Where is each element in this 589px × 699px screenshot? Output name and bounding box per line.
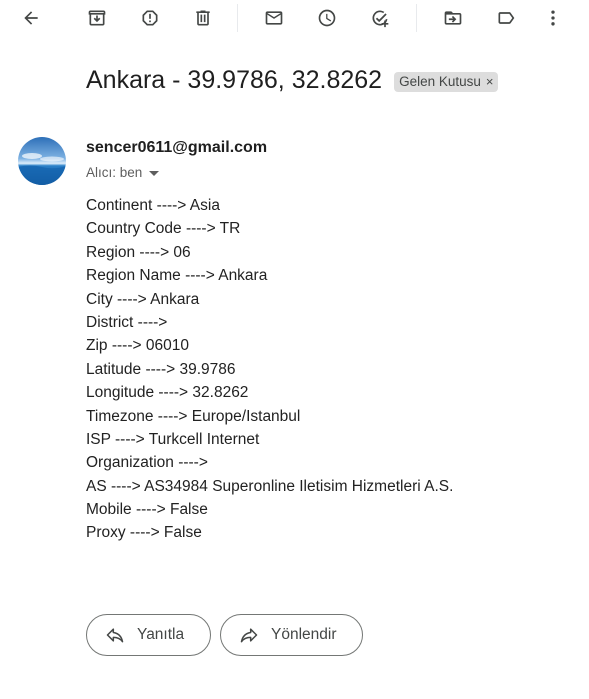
email-body: Continent ----> Asia Country Code ----> … bbox=[86, 194, 453, 545]
forward-label: Yönlendir bbox=[271, 626, 337, 643]
label-icon bbox=[498, 12, 515, 24]
report-spam-button[interactable] bbox=[135, 3, 165, 33]
body-line: City ----> Ankara bbox=[86, 290, 200, 308]
body-line: ISP ----> Turkcell Internet bbox=[86, 430, 260, 448]
toolbar-divider bbox=[416, 4, 417, 32]
forward-icon bbox=[240, 628, 258, 643]
labels-button[interactable] bbox=[491, 3, 521, 33]
more-vert-icon bbox=[551, 10, 555, 26]
move-to-button[interactable] bbox=[438, 3, 468, 33]
remove-label-icon[interactable]: × bbox=[486, 74, 494, 89]
avatar bbox=[18, 137, 66, 185]
toolbar-divider bbox=[237, 4, 238, 32]
move-to-folder-icon bbox=[444, 11, 462, 25]
back-button[interactable] bbox=[16, 3, 46, 33]
clock-icon bbox=[318, 9, 336, 27]
body-line: Timezone ----> Europe/Istanbul bbox=[86, 407, 301, 425]
email-subject: Ankara - 39.9786, 32.8262 bbox=[86, 66, 383, 94]
body-line: Region Name ----> Ankara bbox=[86, 267, 268, 285]
more-button[interactable] bbox=[538, 3, 568, 33]
body-line: Zip ----> 06010 bbox=[86, 337, 189, 355]
archive-button[interactable] bbox=[82, 3, 112, 33]
subject-row: Ankara - 39.9786, 32.8262 Gelen Kutusu × bbox=[86, 66, 499, 95]
body-line: Continent ----> Asia bbox=[86, 197, 220, 214]
recipient-text: Alıcı: ben bbox=[86, 165, 143, 180]
recipient-details-toggle[interactable]: Alıcı: ben bbox=[86, 165, 160, 180]
snooze-button[interactable] bbox=[312, 3, 342, 33]
body-line: Longitude ----> 32.8262 bbox=[86, 384, 249, 402]
trash-icon bbox=[196, 10, 210, 26]
add-task-icon bbox=[372, 10, 389, 28]
arrow-left-icon bbox=[24, 11, 38, 25]
body-line: Country Code ----> TR bbox=[86, 220, 241, 238]
report-spam-icon bbox=[142, 10, 158, 26]
body-line: District ----> bbox=[86, 313, 168, 331]
delete-button[interactable] bbox=[188, 3, 218, 33]
toolbar bbox=[0, 0, 589, 36]
archive-icon bbox=[88, 10, 106, 26]
caret-down-icon bbox=[149, 170, 160, 176]
body-line: Mobile ----> False bbox=[86, 501, 208, 519]
add-to-tasks-button[interactable] bbox=[365, 3, 395, 33]
body-line: Latitude ----> 39.9786 bbox=[86, 360, 236, 378]
reply-icon bbox=[106, 628, 124, 643]
forward-button[interactable]: Yönlendir bbox=[220, 614, 363, 656]
label-chip-text: Gelen Kutusu bbox=[399, 74, 481, 89]
body-line: Proxy ----> False bbox=[86, 524, 202, 542]
body-line: Region ----> 06 bbox=[86, 243, 191, 261]
inbox-label-chip[interactable]: Gelen Kutusu × bbox=[394, 71, 499, 92]
sender-avatar-image bbox=[18, 137, 66, 185]
body-line: AS ----> AS34984 Superonline Iletisim Hi… bbox=[86, 477, 454, 495]
body-line: Organization ----> bbox=[86, 454, 208, 472]
reply-label: Yanıtla bbox=[137, 626, 185, 643]
envelope-icon bbox=[265, 11, 283, 25]
reply-button[interactable]: Yanıtla bbox=[86, 614, 211, 656]
sender-email: sencer0611@gmail.com bbox=[86, 139, 268, 156]
mark-unread-button[interactable] bbox=[259, 3, 289, 33]
